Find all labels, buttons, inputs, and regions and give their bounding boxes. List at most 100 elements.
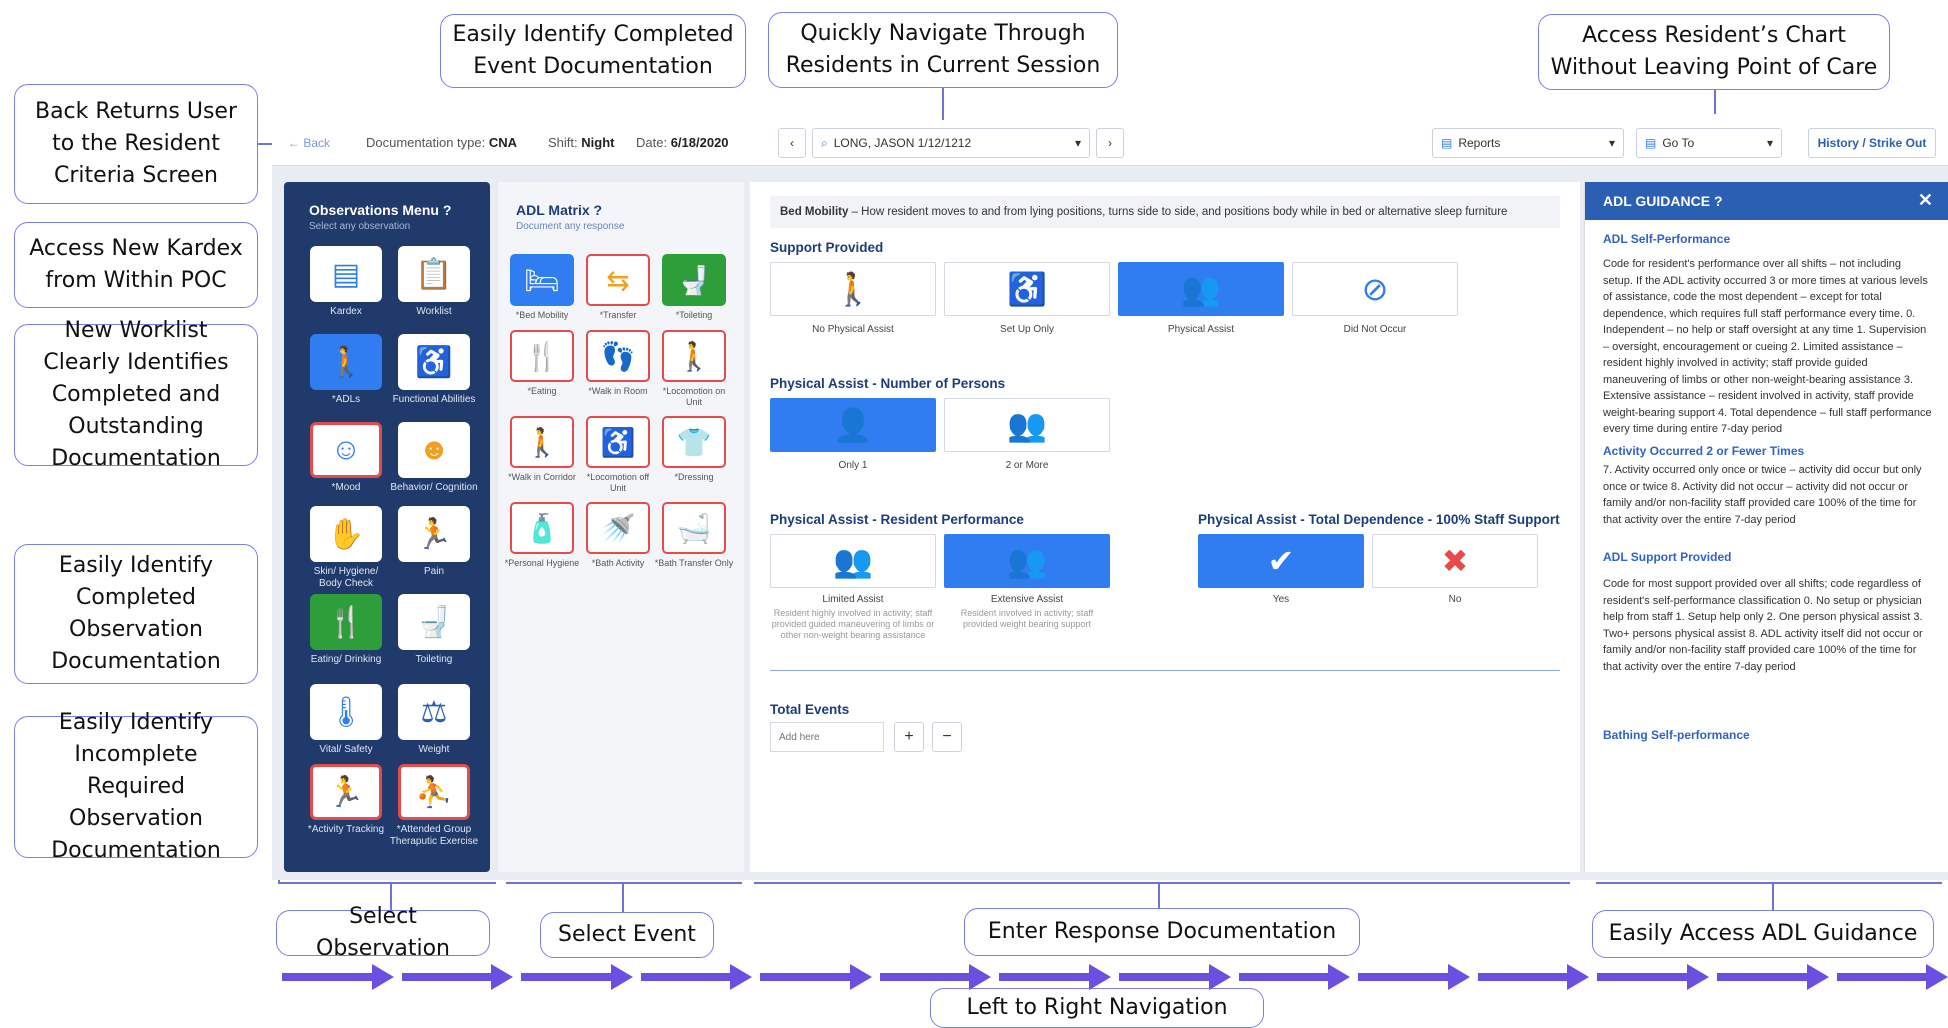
- arrow-right-icon: [1597, 962, 1709, 992]
- response-description: Resident involved in activity; staff pro…: [960, 608, 1094, 629]
- dressing-tile[interactable]: 👕: [662, 416, 726, 468]
- walk-corridor-tile[interactable]: 🚶: [510, 416, 574, 468]
- worklist-tile[interactable]: 📋: [398, 246, 470, 302]
- total-events-title: Total Events: [770, 702, 850, 717]
- tile-label: *Bath Activity: [591, 558, 645, 568]
- back-button[interactable]: ← Back: [280, 128, 339, 158]
- tile-label: Weight: [418, 744, 450, 755]
- prev-resident-button[interactable]: ‹: [778, 128, 806, 158]
- arrow-right-icon: [401, 962, 514, 992]
- chevron-down-icon: ▾: [1608, 136, 1615, 150]
- shift: Shift: Night: [548, 135, 615, 150]
- arrow-right-icon: [1716, 962, 1829, 992]
- callout-completed-event: Easily Identify Completed Event Document…: [440, 14, 746, 88]
- eating-tile[interactable]: 🍴: [310, 594, 382, 650]
- connector-line: [1714, 90, 1716, 114]
- adl-matrix-subtitle: Document any response: [516, 221, 625, 232]
- goto-dropdown[interactable]: ▤ Go To ▾: [1636, 128, 1782, 158]
- response-description: Resident highly involved in activity; st…: [771, 608, 935, 640]
- tile-label: Skin/ Hygiene/ Body Check: [313, 566, 379, 589]
- personal-hygiene-tile[interactable]: 🧴: [510, 502, 574, 554]
- group-exercise-tile[interactable]: ⛹: [398, 764, 470, 820]
- eating-event-tile[interactable]: 🍴: [510, 330, 574, 382]
- locomotion-unit-tile[interactable]: 🚶: [662, 330, 726, 382]
- arrow-right-icon: [282, 962, 394, 992]
- tile-label: *Mood: [331, 482, 361, 493]
- bath-transfer-tile[interactable]: 🛁: [662, 502, 726, 554]
- connector-line: [1596, 882, 1942, 884]
- callout-completed-obs: Easily Identify Completed Observation Do…: [14, 544, 258, 684]
- callout-incomplete: Easily Identify Incomplete Required Obse…: [14, 710, 258, 863]
- no-button[interactable]: ✖: [1372, 534, 1538, 588]
- tile-label: *Toileting: [675, 310, 713, 320]
- arrow-right-icon: [1119, 962, 1231, 992]
- extensive-assist-button[interactable]: 👥: [944, 534, 1110, 588]
- help-icon: ?: [1713, 193, 1723, 209]
- walk-room-tile[interactable]: 👣: [586, 330, 650, 382]
- vital-tile[interactable]: 🌡: [310, 684, 382, 740]
- tile-label: *Transfer: [599, 310, 637, 320]
- document-icon: ▤: [1645, 136, 1657, 150]
- callout-select-event: Select Event: [540, 912, 714, 958]
- reports-dropdown[interactable]: ▤ Reports ▾: [1432, 128, 1624, 158]
- dependence-title: Physical Assist - Total Dependence - 100…: [1198, 512, 1560, 527]
- arrow-right-icon: [879, 962, 992, 992]
- next-resident-button[interactable]: ›: [1096, 128, 1124, 158]
- transfer-tile[interactable]: ⇆: [586, 254, 650, 306]
- search-icon: ⌕: [821, 135, 828, 150]
- chevron-down-icon: ▾: [1766, 136, 1773, 150]
- behavior-tile[interactable]: ☻: [398, 422, 470, 478]
- callout-select-obs: Select Observation: [276, 904, 490, 961]
- date: Date: 6/18/2020: [636, 135, 729, 150]
- locomotion-off-tile[interactable]: ♿: [586, 416, 650, 468]
- decrement-button[interactable]: −: [932, 722, 962, 752]
- total-events-input[interactable]: [770, 722, 884, 752]
- adls-tile[interactable]: 🚶: [310, 334, 382, 390]
- callout-back: Back Returns User to the Resident Criter…: [14, 84, 258, 204]
- arrow-right-icon: [1238, 962, 1351, 992]
- arrow-right-icon: [999, 962, 1111, 992]
- document-icon: ▤: [1441, 136, 1453, 150]
- toileting-event-tile[interactable]: 🚽: [662, 254, 726, 306]
- tile-label: Pain: [423, 566, 444, 577]
- tile-label: *Personal Hygiene: [504, 558, 580, 568]
- response-panel: Bed Mobility – How resident moves to and…: [750, 182, 1580, 872]
- tile-label: Toileting: [415, 654, 453, 665]
- physical-assist-button[interactable]: 👥: [1118, 262, 1284, 316]
- pain-tile[interactable]: 🏃: [398, 506, 470, 562]
- callout-navigate: Quickly Navigate Through Residents in Cu…: [768, 12, 1118, 88]
- tile-label: *Activity Tracking: [307, 824, 385, 835]
- tile-label: *Locomotion off Unit: [586, 472, 650, 493]
- did-not-occur-button[interactable]: ⊘: [1292, 262, 1458, 316]
- adl-matrix-title: ADL Matrix ?: [516, 202, 603, 218]
- increment-button[interactable]: +: [894, 722, 924, 752]
- limited-assist-button[interactable]: 👥: [770, 534, 936, 588]
- skin-tile[interactable]: ✋: [310, 506, 382, 562]
- close-icon[interactable]: ✕: [1918, 190, 1933, 211]
- bed-mobility-tile[interactable]: 🛏: [510, 254, 574, 306]
- set-up-only-button[interactable]: ♿: [944, 262, 1110, 316]
- left-to-right-arrows: [282, 962, 1948, 992]
- observation-description: Bed Mobility – How resident moves to and…: [770, 196, 1560, 228]
- kardex-tile[interactable]: ▤: [310, 246, 382, 302]
- weight-tile[interactable]: ⚖: [398, 684, 470, 740]
- tile-label: *Bed Mobility: [515, 310, 569, 320]
- mood-tile[interactable]: ☺: [310, 422, 382, 478]
- guidance-text: Code for most support provided over all …: [1603, 578, 1923, 673]
- yes-button[interactable]: ✔: [1198, 534, 1364, 588]
- no-physical-assist-button[interactable]: 🚶: [770, 262, 936, 316]
- only-1-button[interactable]: 👤: [770, 398, 936, 452]
- history-button[interactable]: History / Strike Out: [1808, 128, 1936, 158]
- response-label: Only 1: [838, 460, 868, 471]
- functional-abilities-tile[interactable]: ♿: [398, 334, 470, 390]
- tile-label: *Walk in Room: [588, 386, 648, 396]
- tile-label: *Walk in Corridor: [508, 472, 576, 482]
- response-label: Limited Assist: [822, 594, 884, 605]
- guidance-text: Code for resident's performance over all…: [1603, 258, 1932, 435]
- response-label: Did Not Occur: [1343, 324, 1407, 335]
- two-or-more-button[interactable]: 👥: [944, 398, 1110, 452]
- activity-tracking-tile[interactable]: 🏃: [310, 764, 382, 820]
- bath-activity-tile[interactable]: 🚿: [586, 502, 650, 554]
- resident-select[interactable]: ⌕ LONG, JASON 1/12/1212 ▾: [812, 128, 1090, 158]
- toileting-tile[interactable]: 🚽: [398, 594, 470, 650]
